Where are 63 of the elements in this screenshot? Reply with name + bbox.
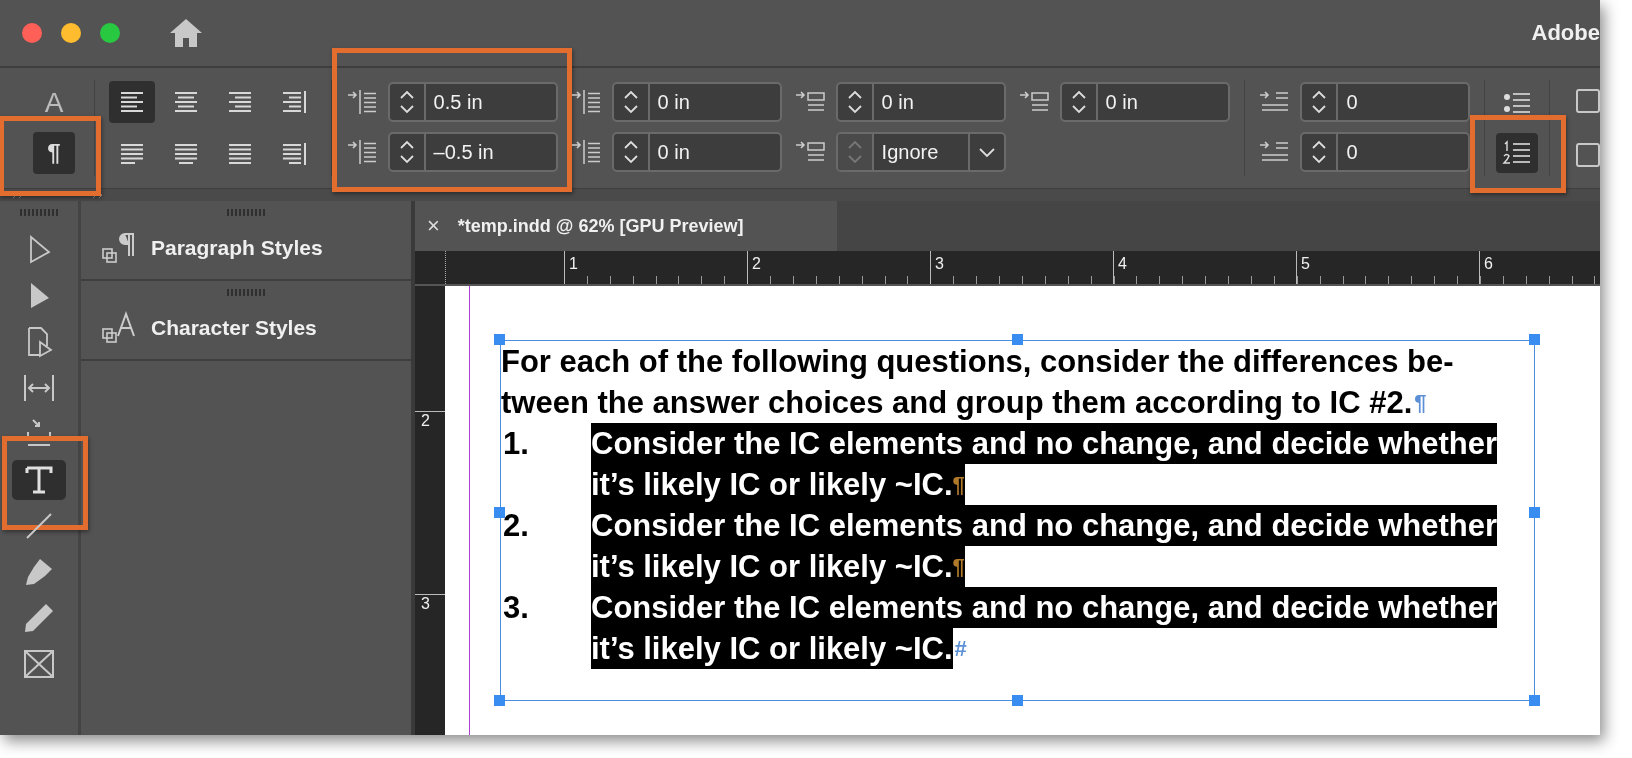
grip-handle[interactable] <box>227 209 265 216</box>
zoom-button[interactable] <box>100 23 120 43</box>
resize-handle[interactable] <box>1011 334 1023 345</box>
text-line: For each of the following questions, consider the differences be- <box>501 343 1454 381</box>
align-button[interactable] <box>108 81 155 123</box>
minimize-button[interactable] <box>61 23 81 43</box>
checkbox[interactable] <box>1576 143 1600 167</box>
resize-handle[interactable] <box>494 695 505 706</box>
home-icon[interactable] <box>168 17 204 49</box>
frame-icon <box>22 647 56 681</box>
ruler-number: 2 <box>747 251 930 284</box>
alignment-icon <box>226 90 253 114</box>
character-style-icon <box>101 310 137 345</box>
list-number: 2. <box>502 507 530 545</box>
close-tab-button[interactable]: × <box>427 213 440 239</box>
grip-handle[interactable] <box>20 209 58 216</box>
panel-title: Paragraph Styles <box>151 235 323 260</box>
ruler-number: 3 <box>930 251 1113 284</box>
paragraph-mode-button[interactable]: ¶ <box>33 132 75 174</box>
spinner-field[interactable]: 0 in <box>835 82 1006 122</box>
grip-handle[interactable] <box>227 289 265 296</box>
pencil-icon <box>22 601 56 635</box>
alignment-icon <box>172 142 199 166</box>
list-number: 1. <box>502 425 530 463</box>
text-frame[interactable] <box>500 340 1535 701</box>
paragraph-style-icon <box>101 230 137 265</box>
spinner-field[interactable]: 0 <box>1300 82 1471 122</box>
window-title: Adobe <box>1531 20 1600 46</box>
numbered-list-button[interactable] <box>1496 133 1539 173</box>
resize-handle[interactable] <box>1529 507 1540 519</box>
alignment-icon <box>118 142 145 166</box>
resize-handle[interactable] <box>1529 334 1540 345</box>
tab-title: *temp.indd @ 62% [GPU Preview] <box>457 215 744 237</box>
alignment-icon <box>280 142 307 166</box>
type-tool[interactable] <box>12 460 66 500</box>
ruler-number: 1 <box>564 251 747 284</box>
end-mark: # <box>954 635 967 663</box>
close-button[interactable] <box>22 23 42 43</box>
alignment-icon <box>226 142 253 166</box>
alignment-icon <box>118 90 145 114</box>
alignment-icon <box>172 90 199 114</box>
character-mode-button[interactable]: A <box>33 82 75 124</box>
resize-handle[interactable] <box>1011 695 1023 706</box>
list-number: 3. <box>502 589 530 627</box>
spinner-field[interactable]: 0 in <box>1059 82 1230 122</box>
panel-title: Character Styles <box>151 315 317 340</box>
end-mark: ¶ <box>1414 389 1427 417</box>
checkbox[interactable] <box>1576 89 1600 113</box>
ruler-number: 6 <box>1479 251 1600 284</box>
ruler-number: 5 <box>1296 251 1479 284</box>
document-tab[interactable]: × *temp.indd @ 62% [GPU Preview] <box>415 201 837 251</box>
spinner-field[interactable]: –0.5 in <box>387 132 558 172</box>
dropdown-field[interactable]: Ignore <box>835 132 1006 172</box>
spinner-field[interactable]: 0.5 in <box>387 82 558 122</box>
spinner-field[interactable]: 0 <box>1300 132 1471 172</box>
alignment-icon <box>280 90 307 114</box>
resize-handle[interactable] <box>494 334 505 345</box>
text-line: tween the answer choices and group them according to IC #2. <box>501 384 1413 422</box>
spinner-field[interactable]: 0 in <box>611 82 782 122</box>
ruler-number: 4 <box>1113 251 1296 284</box>
spinner-field[interactable]: 0 in <box>611 132 782 172</box>
resize-handle[interactable] <box>1529 695 1540 706</box>
resize-handle[interactable] <box>494 507 505 519</box>
